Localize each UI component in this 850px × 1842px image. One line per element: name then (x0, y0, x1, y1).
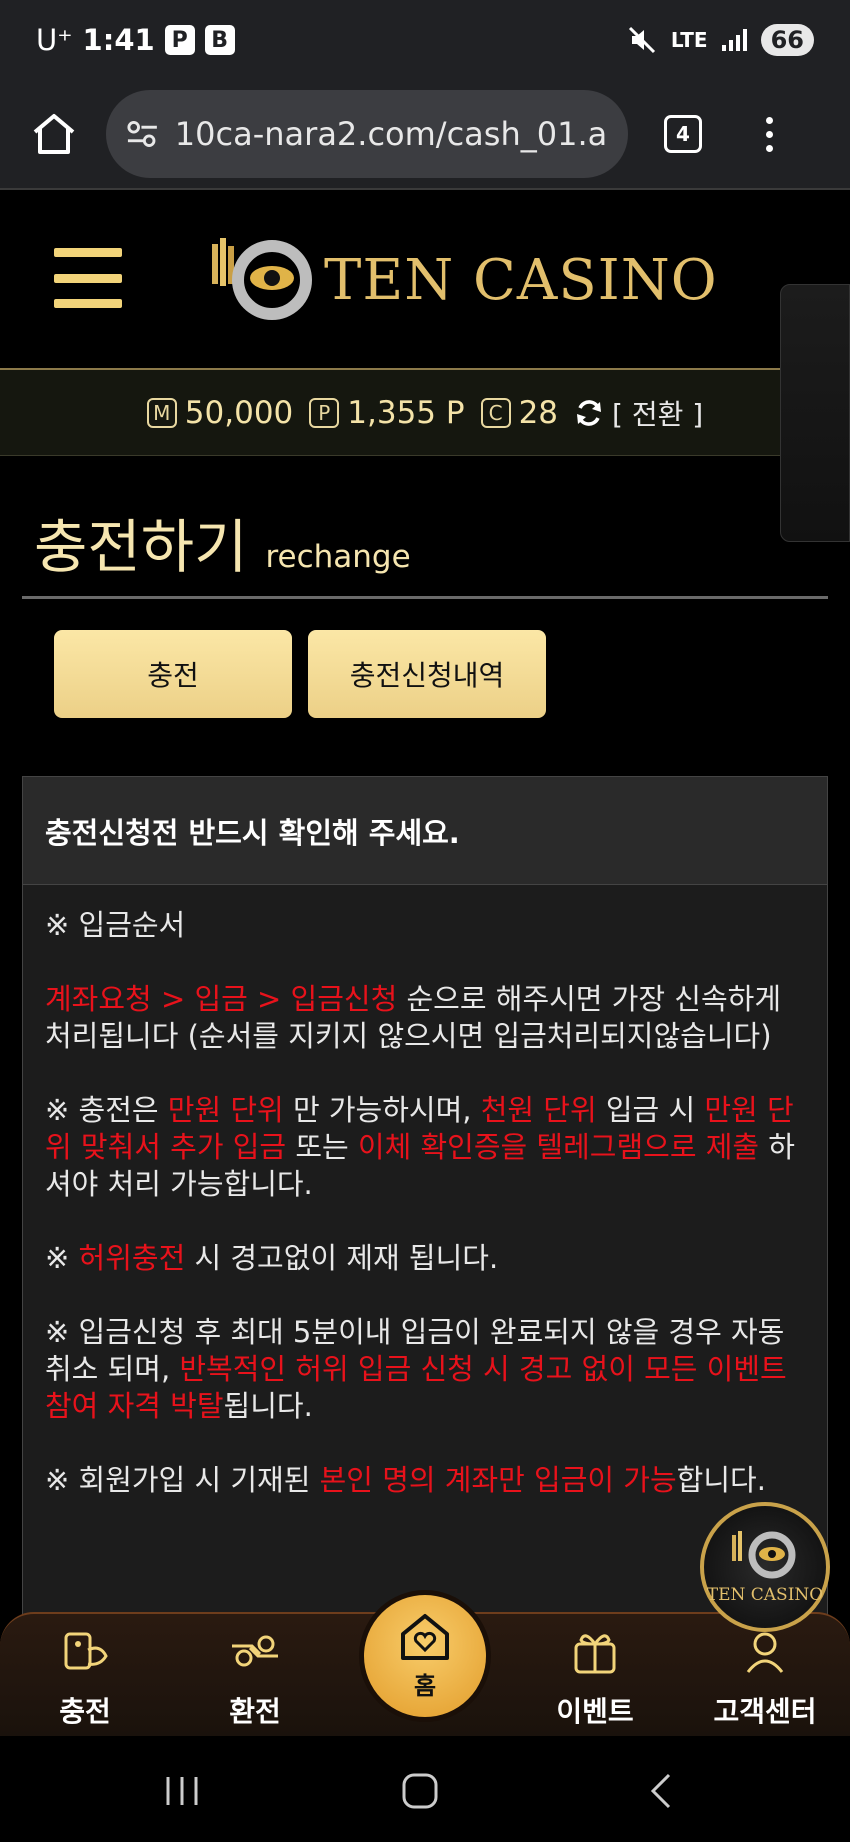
address-bar[interactable]: 10ca-nara2.com/cash_01.as (106, 90, 628, 178)
nav-exchange[interactable]: 환전 (180, 1614, 330, 1738)
notice-false-charge: ※ 허위충전 시 경고없이 제재 됩니다. (45, 1240, 805, 1277)
recent-apps-icon (166, 1777, 198, 1805)
notice-auto-cancel: ※ 입금신청 후 최대 5분이내 입금이 완료되지 않을 경우 자동 취소 되며… (45, 1314, 805, 1425)
recent-apps-button[interactable] (152, 1766, 212, 1816)
tab-switcher-button[interactable]: 4 (664, 115, 702, 153)
wallet-hand-icon (64, 1632, 108, 1670)
title-divider (22, 596, 828, 599)
comp-icon: C (480, 397, 511, 428)
status-left: U⁺ 1:41 P B (36, 23, 235, 57)
unit-text-c: 입금 시 (596, 1093, 705, 1127)
point-icon: P (309, 397, 340, 428)
floating-logo-button[interactable]: TEN CASINO (700, 1502, 830, 1632)
android-home-button[interactable] (390, 1766, 450, 1816)
nav-event[interactable]: 이벤트 (520, 1614, 670, 1738)
b-app-icon: B (204, 25, 235, 55)
browser-menu-button[interactable] (766, 116, 773, 152)
notice-charge-unit: ※ 충전은 만원 단위 만 가능하시며, 천원 단위 입금 시 만원 단위 맞춰… (45, 1092, 805, 1203)
false-text-b: 시 경고없이 제재 됩니다. (185, 1241, 499, 1275)
nav-support[interactable]: 고객센터 (690, 1614, 840, 1738)
site-settings-icon[interactable] (126, 119, 159, 149)
gift-icon (574, 1634, 616, 1674)
floating-game-thumbnail[interactable] (780, 284, 850, 542)
floating-logo-text: TEN CASINO (706, 1585, 824, 1605)
back-button[interactable] (630, 1766, 690, 1816)
battery-icon: 66 (760, 24, 814, 56)
page-title-english: rechange (265, 539, 411, 575)
notice-panel: 충전신청전 반드시 확인해 주세요. ※ 입금순서 계좌요청 > 입금 > 입금… (22, 776, 828, 1656)
nav-event-label: 이벤트 (556, 1695, 634, 1728)
cancel-text-b: 됩니다. (223, 1389, 313, 1423)
point-value: 1,355 P (347, 394, 465, 431)
nav-charge-label: 충전 (59, 1695, 111, 1728)
tab-charge-button[interactable]: 충전 (54, 630, 292, 718)
support-agent-icon (746, 1632, 784, 1673)
unit-text-b: 만 가능하시며, (283, 1093, 481, 1127)
exchange-hands-icon (232, 1635, 278, 1667)
money-value: 50,000 (184, 394, 294, 431)
hamburger-menu-icon[interactable] (54, 248, 122, 308)
point-balance: P 1,355 P (309, 394, 465, 431)
nav-exchange-label: 환전 (229, 1695, 281, 1728)
order-steps-red: 계좌요청 > 입금 > 입금신청 (45, 982, 398, 1016)
refresh-icon (577, 399, 602, 426)
unit-text-d: 또는 (286, 1130, 358, 1164)
nav-home-label: 홈 (413, 1671, 437, 1700)
clock: 1:41 (82, 23, 155, 57)
page-title: 충전하기 rechange (34, 500, 411, 584)
comp-value: 28 (518, 394, 559, 431)
tab-charge-history-button[interactable]: 충전신청내역 (308, 630, 546, 718)
notice-heading: 충전신청전 반드시 확인해 주세요. (23, 777, 827, 885)
page-title-korean: 충전하기 (34, 513, 248, 581)
money-balance: M 50,000 (146, 394, 294, 431)
mute-icon (628, 26, 655, 54)
android-navigation-bar (0, 1736, 850, 1842)
logo-text: TEN CASINO (324, 247, 718, 313)
nav-support-label: 고객센터 (713, 1695, 817, 1728)
site-logo[interactable]: TEN CASINO (210, 234, 718, 326)
unit-red-4: 이체 확인증을 텔레그램으로 제출 (357, 1130, 760, 1164)
nav-charge[interactable]: 충전 (10, 1614, 160, 1738)
balance-bar: M 50,000 P 1,355 P C 28 [ 전환 ] (0, 368, 850, 456)
site-header: TEN CASINO (0, 192, 850, 542)
android-home-icon (402, 1773, 438, 1809)
comp-balance: C 28 (480, 394, 559, 431)
status-right: LTE 66 (627, 24, 814, 56)
nav-home[interactable]: 홈 (359, 1590, 491, 1722)
signal-icon (721, 29, 747, 51)
false-red: 허위충전 (78, 1241, 186, 1275)
status-bar: U⁺ 1:41 P B LTE 66 (0, 0, 850, 80)
money-icon: M (146, 397, 177, 428)
account-red: 본인 명의 계좌만 입금이 가능 (319, 1463, 677, 1497)
ten-casino-logo-icon (212, 238, 312, 320)
ten-casino-small-logo-icon (732, 1531, 796, 1579)
network-type: LTE (670, 28, 708, 52)
home-icon (33, 114, 75, 154)
notice-own-account: ※ 회원가입 시 기재된 본인 명의 계좌만 입금이 가능합니다. (45, 1462, 805, 1499)
account-text-a: ※ 회원가입 시 기재된 (45, 1463, 320, 1497)
carrier: U⁺ (36, 23, 73, 57)
notice-body: ※ 입금순서 계좌요청 > 입금 > 입금신청 순으로 해주시면 가장 신속하게… (23, 885, 827, 1499)
convert-button[interactable]: [ 전환 ] (574, 393, 703, 433)
account-text-b: 합니다. (676, 1463, 766, 1497)
url-text: 10ca-nara2.com/cash_01.as (174, 115, 608, 153)
notice-deposit-order: ※ 입금순서 (45, 908, 186, 942)
unit-text-a: ※ 충전은 (45, 1093, 168, 1127)
parking-icon: P (164, 25, 195, 55)
back-icon (650, 1773, 671, 1809)
browser-toolbar: 10ca-nara2.com/cash_01.as 4 (0, 80, 850, 190)
unit-red-1: 만원 단위 (167, 1093, 284, 1127)
home-heart-icon (401, 1613, 449, 1660)
false-text-a: ※ (45, 1241, 79, 1275)
notice-order-steps: 계좌요청 > 입금 > 입금신청 순으로 해주시면 가장 신속하게 처리됩니다 … (45, 981, 805, 1055)
home-button[interactable] (22, 102, 86, 166)
convert-label: [ 전환 ] (612, 397, 704, 431)
unit-red-2: 천원 단위 (480, 1093, 597, 1127)
